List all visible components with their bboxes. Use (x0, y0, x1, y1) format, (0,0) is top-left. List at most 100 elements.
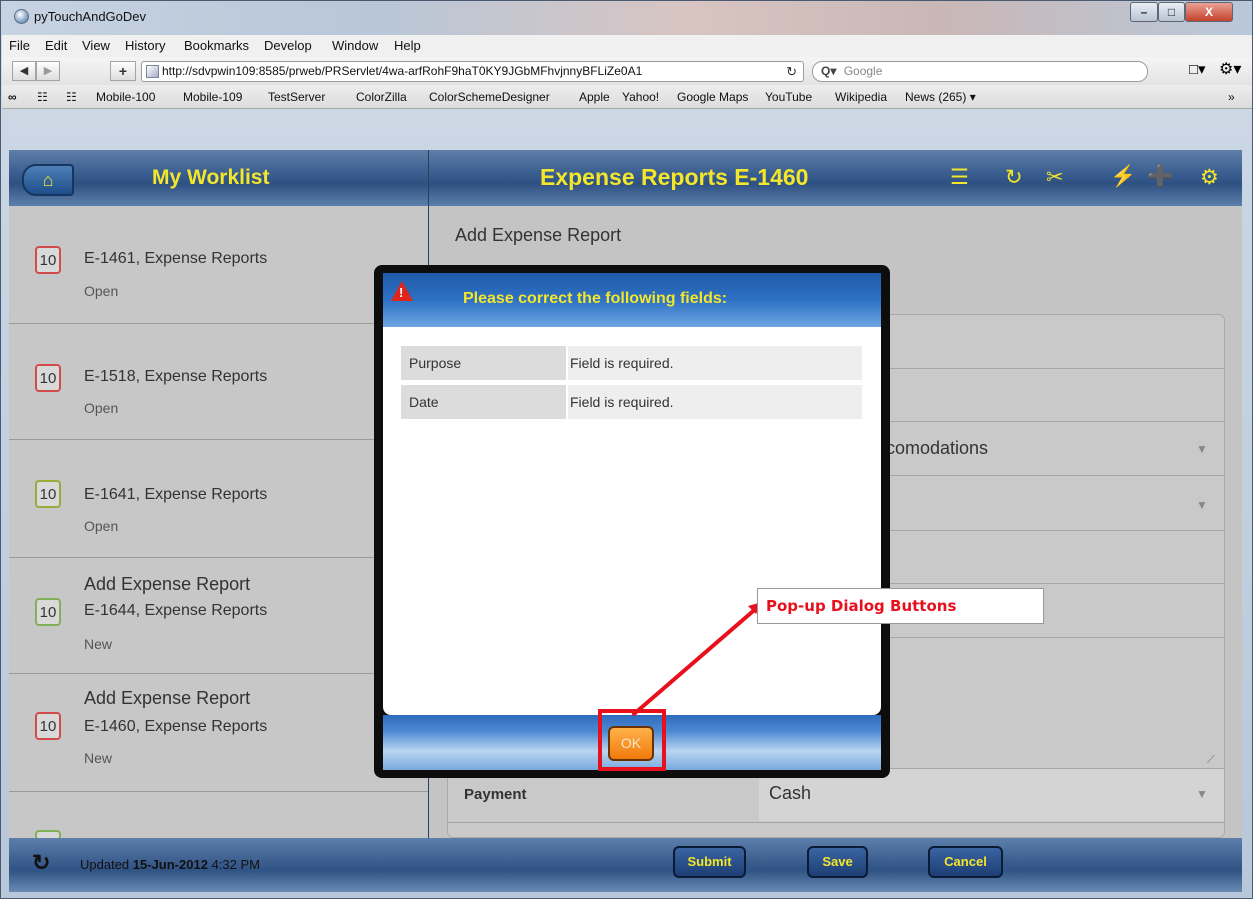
add-bookmark-button[interactable]: + (110, 61, 136, 81)
menu-develop[interactable]: Develop (264, 38, 312, 53)
annotation-highlight-box (598, 709, 666, 771)
bookmarks-bar: ∞ ☷ ☷ Mobile-100 Mobile-109 TestServer C… (2, 85, 1252, 109)
window-title: pyTouchAndGoDev (34, 9, 147, 24)
top-sites-icon[interactable]: ☷ (66, 90, 77, 104)
form-title: Add Expense Report (455, 225, 622, 245)
bookmark-item[interactable]: ColorSchemeDesigner (429, 90, 550, 104)
worklist-item-title: E-1461, Expense Reports (84, 250, 268, 267)
back-button[interactable]: ◀ (12, 61, 36, 81)
document-icon[interactable]: ☰ (950, 165, 969, 190)
bookmark-item-news[interactable]: News (265) ▾ (905, 90, 976, 104)
menu-window[interactable]: Window (332, 38, 378, 53)
bookmark-item[interactable]: Mobile-109 (183, 90, 242, 104)
gear-icon[interactable]: ⚙ (1200, 165, 1219, 190)
menu-view[interactable]: View (82, 38, 110, 53)
worklist-item[interactable]: 10 E-1518, Expense Reports Open (9, 324, 428, 440)
page-menu-icon[interactable]: □▾ (1189, 60, 1206, 78)
bookmark-item[interactable]: Yahoo! (622, 90, 659, 104)
history-icon[interactable]: ↻ (1005, 165, 1023, 190)
submit-button[interactable]: Submit (673, 846, 746, 878)
chevron-down-icon[interactable]: ▼ (1196, 442, 1208, 456)
close-button[interactable]: X (1185, 2, 1233, 22)
worklist-item-status: New (84, 636, 113, 652)
worklist-item[interactable]: Add Expense Report 10 E-1460, Expense Re… (9, 674, 428, 792)
browser-toolbar: ◀ ▶ + http://sdvpwin109:8585/prweb/PRSer… (2, 57, 1252, 85)
category-select-value[interactable]: comodations (886, 438, 988, 459)
payment-value: Cash (769, 783, 812, 803)
worklist-item-title: E-1460, Expense Reports (84, 718, 268, 735)
address-bar-url: http://sdvpwin109:8585/prweb/PRServlet/4… (162, 64, 643, 78)
home-button[interactable]: ⌂ (22, 164, 74, 196)
error-message: Field is required. (568, 385, 862, 419)
bookmark-item[interactable]: Apple (579, 90, 610, 104)
worklist-item-status: New (84, 750, 113, 766)
title-bar: pyTouchAndGoDev – □ X (1, 1, 1252, 35)
attachment-icon[interactable]: ✂ (1046, 165, 1064, 190)
bookmark-item[interactable]: ColorZilla (356, 90, 407, 104)
worklist-item-title: E-1641, Expense Reports (84, 486, 268, 503)
error-message: Field is required. (568, 346, 862, 380)
updated-prefix: Updated (80, 857, 130, 872)
error-field-name: Date (401, 385, 566, 419)
bookmark-item[interactable]: YouTube (765, 90, 812, 104)
address-bar[interactable]: http://sdvpwin109:8585/prweb/PRServlet/4… (141, 61, 804, 82)
search-placeholder: Google (843, 64, 883, 78)
minimize-button[interactable]: – (1130, 2, 1158, 22)
error-field-name: Purpose (401, 346, 566, 380)
save-button[interactable]: Save (807, 846, 868, 878)
form-row-divider (448, 822, 1224, 823)
menu-history[interactable]: History (125, 38, 165, 53)
search-icon: Q▾ (821, 64, 837, 78)
worklist-item-status: Open (84, 283, 119, 299)
bookmark-item[interactable]: TestServer (268, 90, 325, 104)
priority-badge: 10 (35, 480, 61, 508)
worklist-item-partial[interactable] (9, 792, 428, 840)
error-row: Date Field is required. (401, 385, 862, 419)
chevron-down-icon[interactable]: ▼ (1196, 787, 1208, 801)
bookmark-item[interactable]: Mobile-100 (96, 90, 155, 104)
updated-time: 4:32 PM (211, 857, 260, 872)
worklist-item-title: E-1644, Expense Reports (84, 602, 268, 619)
menu-file[interactable]: File (9, 38, 30, 53)
priority-badge: 10 (35, 712, 61, 740)
annotation-label: Pop-up Dialog Buttons (757, 588, 1044, 624)
case-title: Expense Reports E-1460 (540, 164, 809, 190)
settings-menu-icon[interactable]: ⚙▾ (1219, 59, 1241, 79)
cancel-button[interactable]: Cancel (928, 846, 1003, 878)
priority-badge: 10 (35, 246, 61, 274)
menu-edit[interactable]: Edit (45, 38, 67, 53)
resize-handle-icon[interactable]: ⟋ (1207, 754, 1215, 767)
bookmark-item[interactable]: Wikipedia (835, 90, 887, 104)
reading-list-icon[interactable]: ∞ (8, 90, 17, 104)
add-document-icon[interactable]: ➕ (1147, 165, 1173, 189)
worklist-item-title: E-1518, Expense Reports (84, 368, 268, 385)
dialog-title: Please correct the following fields: (463, 290, 728, 307)
maximize-button[interactable]: □ (1158, 2, 1185, 22)
bookmark-item[interactable]: Google Maps (677, 90, 748, 104)
chevron-down-icon[interactable]: ▼ (1196, 498, 1208, 512)
bookmarks-book-icon[interactable]: ☷ (37, 90, 48, 104)
site-favicon-icon (146, 65, 159, 78)
worklist-item-status: Open (84, 400, 119, 416)
search-field[interactable]: Q▾ Google (812, 61, 1148, 82)
worklist-item[interactable]: Add Expense Report 10 E-1644, Expense Re… (9, 558, 428, 674)
payment-label: Payment (464, 786, 527, 803)
updated-status: Updated 15-Jun-2012 4:32 PM (80, 857, 260, 872)
worklist-item[interactable]: 10 E-1461, Expense Reports Open (9, 206, 428, 324)
worklist-item-heading: Add Expense Report (84, 688, 251, 708)
menu-bookmarks[interactable]: Bookmarks (184, 38, 249, 53)
refresh-icon[interactable]: ↻ (32, 850, 50, 876)
updated-date: 15-Jun-2012 (132, 857, 208, 872)
worklist-item[interactable]: 10 E-1641, Expense Reports Open (9, 440, 428, 558)
warning-icon-mark: ! (399, 285, 404, 300)
reload-icon[interactable]: ↻ (786, 62, 797, 81)
worklist-item-heading: Add Expense Report (84, 574, 251, 594)
app-globe-icon (14, 9, 29, 24)
priority-badge: 10 (35, 598, 61, 626)
bookmarks-overflow-icon[interactable]: » (1228, 90, 1235, 104)
menu-help[interactable]: Help (394, 38, 421, 53)
error-row: Purpose Field is required. (401, 346, 862, 380)
worklist-item-status: Open (84, 518, 119, 534)
forward-button[interactable]: ▶ (36, 61, 60, 81)
flash-action-icon[interactable]: ⚡ (1110, 165, 1136, 189)
